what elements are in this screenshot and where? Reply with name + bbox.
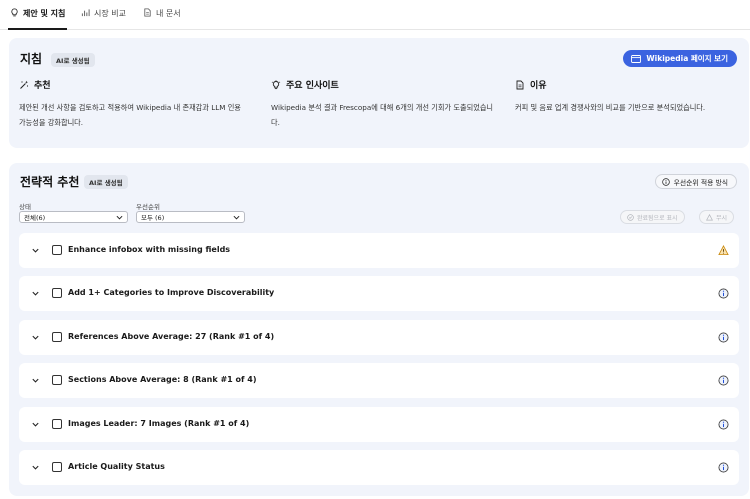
- row-title: Article Quality Status: [68, 462, 165, 471]
- row-checkbox[interactable]: [52, 288, 62, 298]
- info-icon: [661, 177, 670, 186]
- tab-my-documents[interactable]: 내 문서: [143, 8, 181, 30]
- row-title: Enhance infobox with missing fields: [68, 245, 231, 254]
- info-icon: [718, 332, 729, 343]
- browser-window-icon: [631, 54, 642, 63]
- warning-icon: [718, 245, 729, 256]
- ai-generated-badge: AI로 생성됨: [51, 53, 95, 67]
- chevron-down-icon[interactable]: [31, 333, 40, 342]
- insight-text: Wikipedia 분석 결과 Frescopa에 대해 6개의 개선 기회가 …: [271, 103, 494, 127]
- row-checkbox[interactable]: [52, 332, 62, 342]
- row-title: Add 1+ Categories to Improve Discoverabi…: [68, 288, 275, 297]
- tab-market-compare[interactable]: 시장 비교: [81, 8, 126, 30]
- strategic-title: 전략적 추천: [20, 175, 80, 189]
- chevron-down-icon[interactable]: [31, 463, 40, 472]
- insight-column: 주요 인사이트 Wikipedia 분석 결과 Frescopa에 대해 6개의…: [271, 78, 501, 130]
- ignore-button[interactable]: 무시: [699, 210, 735, 224]
- mark-complete-button[interactable]: 완료됨으로 표시: [620, 210, 685, 224]
- row-checkbox[interactable]: [52, 245, 62, 255]
- info-icon: [718, 462, 729, 473]
- recommendation-row[interactable]: Article Quality Status: [19, 450, 739, 485]
- recommendation-row[interactable]: Add 1+ Categories to Improve Discoverabi…: [19, 276, 739, 311]
- info-icon: [718, 419, 729, 430]
- guidance-card: 지침 AI로 생성됨 Wikipedia 페이지 보기 추천 제안된 개선 사항…: [9, 38, 749, 148]
- row-checkbox[interactable]: [52, 462, 62, 472]
- lightbulb-icon: [271, 79, 281, 89]
- status-filter-value: 전체(6): [24, 214, 46, 222]
- row-title: Sections Above Average: 8 (Rank #1 of 4): [68, 375, 257, 384]
- strategic-recommendations-card: 전략적 추천 AI로 생성됨 우선순위 적용 방식 상태 전체(6) 우선순위 …: [9, 163, 749, 496]
- recommendation-row[interactable]: Sections Above Average: 8 (Rank #1 of 4): [19, 363, 739, 398]
- info-icon: [718, 375, 729, 386]
- tab-suggestions[interactable]: 제안 및 지침: [8, 8, 68, 30]
- tab-label: 시장 비교: [94, 9, 126, 18]
- row-checkbox[interactable]: [52, 375, 62, 385]
- recommendation-column: 추천 제안된 개선 사항을 검토하고 적용하여 Wikipedia 내 존재감과…: [19, 78, 249, 130]
- ignore-label: 무시: [716, 214, 728, 222]
- mark-complete-label: 완료됨으로 표시: [637, 214, 678, 222]
- priority-method-button[interactable]: 우선순위 적용 방식: [654, 174, 737, 189]
- chevron-down-icon[interactable]: [31, 376, 40, 385]
- info-icon: [718, 288, 729, 299]
- reason-text: 커피 및 음료 업계 경쟁사와의 비교를 기반으로 분석되었습니다.: [515, 103, 706, 112]
- tab-bar: 제안 및 지침 시장 비교 내 문서: [0, 0, 750, 30]
- guidance-title: 지침: [20, 52, 43, 66]
- recommendation-row[interactable]: Images Leader: 7 Images (Rank #1 of 4): [19, 407, 739, 442]
- reason-column: 이유 커피 및 음료 업계 경쟁사와의 비교를 기반으로 분석되었습니다.: [515, 78, 745, 115]
- chevron-down-icon[interactable]: [31, 289, 40, 298]
- insight-heading: 주요 인사이트: [286, 81, 339, 91]
- priority-filter-value: 모두 (6): [141, 214, 165, 222]
- status-filter-select[interactable]: 전체(6): [19, 211, 128, 223]
- priority-filter-select[interactable]: 모두 (6): [136, 211, 245, 223]
- recommendation-heading: 추천: [34, 81, 51, 91]
- status-filter-label: 상태: [19, 203, 31, 211]
- row-checkbox[interactable]: [52, 419, 62, 429]
- tab-label: 내 문서: [156, 9, 181, 18]
- check-circle-icon: [627, 213, 634, 221]
- recommendation-row[interactable]: Enhance infobox with missing fields: [19, 233, 739, 268]
- chevron-down-icon: [233, 215, 240, 219]
- magic-wand-icon: [20, 80, 29, 89]
- bar-chart-icon: [81, 9, 90, 17]
- chevron-down-icon[interactable]: [31, 420, 40, 429]
- lightbulb-icon: [11, 8, 18, 17]
- priority-method-label: 우선순위 적용 방식: [673, 178, 728, 187]
- chevron-down-icon: [116, 215, 123, 219]
- row-title: References Above Average: 27 (Rank #1 of…: [68, 332, 275, 341]
- ai-generated-badge: AI로 생성됨: [84, 175, 128, 189]
- document-icon: [516, 80, 524, 89]
- chevron-down-icon[interactable]: [31, 246, 40, 255]
- view-wikipedia-label: Wikipedia 페이지 보기: [646, 54, 728, 63]
- row-title: Images Leader: 7 Images (Rank #1 of 4): [68, 419, 250, 428]
- tab-label: 제안 및 지침: [23, 9, 66, 18]
- view-wikipedia-button[interactable]: Wikipedia 페이지 보기: [623, 50, 737, 67]
- recommendation-text: 제안된 개선 사항을 검토하고 적용하여 Wikipedia 내 존재감과 LL…: [19, 103, 241, 127]
- document-icon: [144, 8, 151, 17]
- warning-icon: [706, 213, 713, 220]
- recommendation-row[interactable]: References Above Average: 27 (Rank #1 of…: [19, 320, 739, 355]
- priority-filter-label: 우선순위: [136, 203, 160, 211]
- reason-heading: 이유: [530, 81, 547, 91]
